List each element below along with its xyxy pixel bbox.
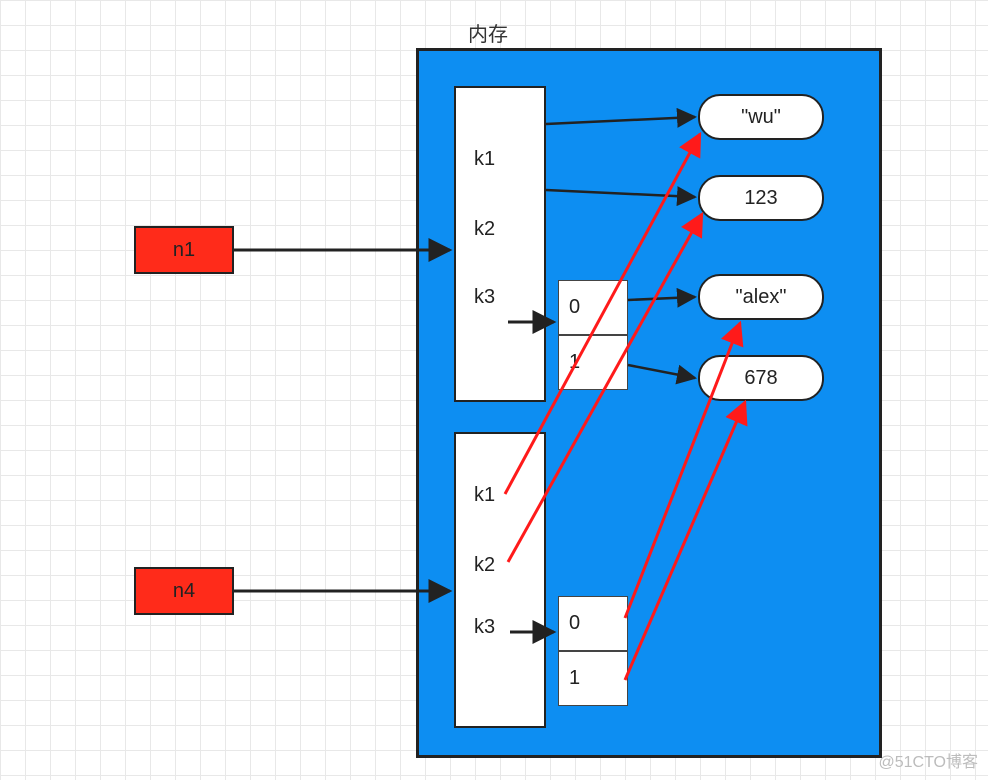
value-wu: "wu" [698,94,824,140]
title-memory: 内存 [468,18,508,47]
dict1-k3: k3 [474,286,495,309]
dict1-k1: k1 [474,148,495,171]
dict2-box [454,432,546,728]
list2-0: 0 [558,596,628,651]
watermark: @51CTO博客 [878,748,978,772]
value-678: 678 [698,355,824,401]
var-n4: n4 [134,567,234,615]
dict2-k1: k1 [474,484,495,507]
var-n4-label: n4 [173,580,195,603]
dict2-k2: k2 [474,554,495,577]
value-alex: "alex" [698,274,824,320]
list1-1: 1 [558,335,628,390]
var-n1: n1 [134,226,234,274]
dict2-k3: k3 [474,616,495,639]
value-123: 123 [698,175,824,221]
dict1-box [454,86,546,402]
var-n1-label: n1 [173,239,195,262]
list2-1: 1 [558,651,628,706]
dict1-k2: k2 [474,218,495,241]
list1-0: 0 [558,280,628,335]
